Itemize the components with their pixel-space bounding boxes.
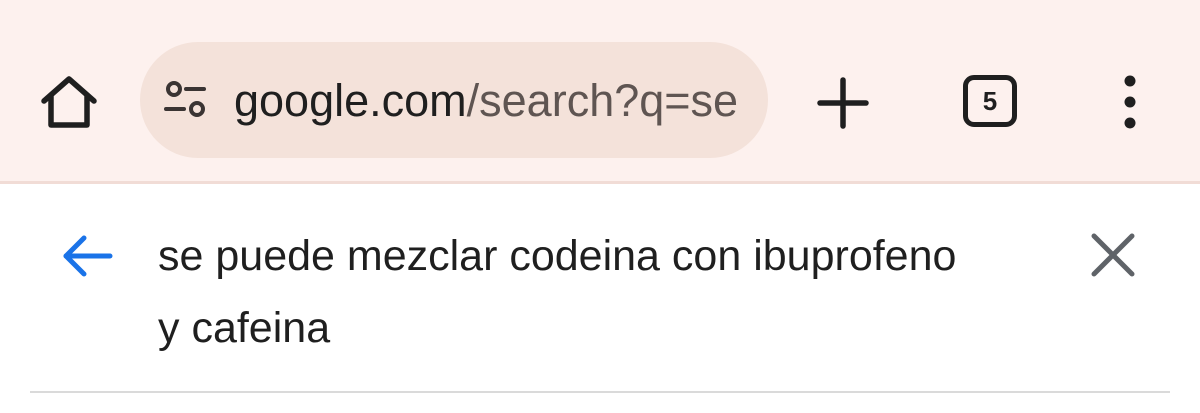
new-tab-button[interactable]: [814, 74, 872, 132]
arrow-back-icon: [63, 235, 113, 277]
more-vert-icon: [1124, 75, 1136, 129]
home-button[interactable]: [38, 74, 100, 130]
close-icon: [1091, 233, 1135, 277]
panel-divider: [30, 391, 1170, 393]
browser-toolbar: google.com/search?q=se 5: [0, 0, 1200, 181]
home-icon: [41, 76, 97, 128]
tab-count: 5: [982, 86, 998, 116]
url-host: google.com: [234, 75, 467, 126]
tab-switcher-button[interactable]: 5: [963, 75, 1017, 127]
menu-button[interactable]: [1110, 72, 1150, 132]
search-query-input[interactable]: se puede mezclar codeina con ibuprofeno …: [158, 220, 1058, 364]
omnibox[interactable]: google.com/search?q=se: [140, 42, 768, 158]
url-text[interactable]: google.com/search?q=se: [234, 72, 750, 130]
query-line-2: y cafeina: [158, 304, 331, 352]
query-line-1: se puede mezclar codeina con ibuprofeno: [158, 232, 957, 280]
url-path: /search?q=se: [466, 75, 739, 126]
tune-icon: [164, 81, 206, 117]
back-button[interactable]: [58, 226, 118, 286]
clear-button[interactable]: [1088, 230, 1138, 280]
search-suggestion-panel: se puede mezclar codeina con ibuprofeno …: [0, 184, 1200, 413]
plus-icon: [817, 77, 869, 129]
site-settings-button[interactable]: [162, 80, 210, 120]
